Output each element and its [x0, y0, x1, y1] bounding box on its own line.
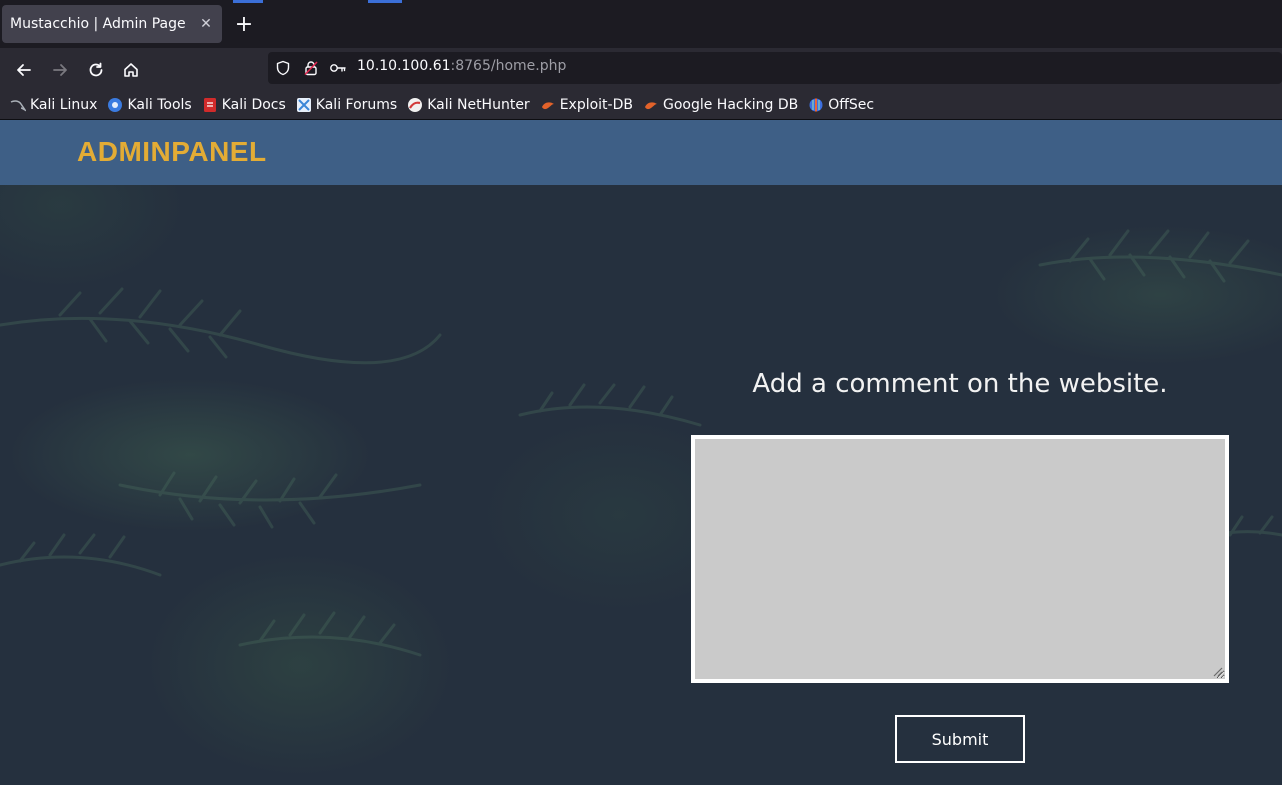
- offsec-icon: [808, 97, 824, 113]
- bookmark-label: Google Hacking DB: [662, 96, 799, 113]
- arrow-right-icon: [53, 64, 67, 76]
- tab-title: Mustacchio | Admin Page: [10, 16, 186, 32]
- bookmark-kali-docs[interactable]: Kali Docs: [202, 97, 286, 113]
- key-icon[interactable]: [329, 59, 347, 77]
- bookmark-exploit-db[interactable]: Exploit-DB: [540, 97, 633, 113]
- url-host: 10.10.100.61: [357, 58, 451, 74]
- bookmarks-toolbar: Kali Linux Kali Tools Kali Docs Kali For…: [0, 90, 1282, 120]
- forward-button[interactable]: [46, 56, 74, 84]
- close-icon[interactable]: ✕: [198, 16, 214, 32]
- bookmark-label: Kali Docs: [221, 96, 286, 113]
- kali-tools-icon: [107, 97, 123, 113]
- site-brand[interactable]: ADMINPANEL: [77, 136, 267, 168]
- tab-accent-bar: [368, 0, 402, 3]
- shield-icon[interactable]: [274, 59, 292, 77]
- kali-docs-icon: [202, 97, 218, 113]
- resize-grip-icon[interactable]: [1211, 665, 1223, 677]
- bookmark-kali-tools[interactable]: Kali Tools: [107, 96, 192, 113]
- tab-admin-page[interactable]: Mustacchio | Admin Page ✕: [2, 5, 222, 43]
- site-header: ADMINPANEL: [0, 120, 1282, 185]
- back-button[interactable]: [10, 56, 38, 84]
- submit-button[interactable]: Submit: [895, 715, 1025, 763]
- kali-dragon-icon: [10, 97, 28, 113]
- comment-textarea[interactable]: [691, 435, 1229, 683]
- tab-accent-bar: [233, 0, 263, 3]
- bookmark-kali-forums[interactable]: Kali Forums: [296, 97, 397, 113]
- url-path: :8765/home.php: [450, 58, 567, 74]
- kali-forums-icon: [296, 97, 312, 113]
- web-page: ADMINPANEL Add a comment on the website.…: [0, 120, 1282, 785]
- bookmark-label: Kali Tools: [127, 96, 192, 113]
- home-icon: [124, 63, 138, 77]
- google-hacking-db-icon: [643, 97, 659, 113]
- home-button[interactable]: [117, 56, 145, 84]
- bookmark-google-hacking-db[interactable]: Google Hacking DB: [643, 97, 798, 113]
- bookmark-label: Kali Forums: [315, 96, 398, 113]
- bookmark-kali-nethunter[interactable]: Kali NetHunter: [407, 96, 530, 113]
- bookmark-label: Exploit-DB: [559, 96, 633, 113]
- kali-nethunter-icon: [407, 97, 423, 113]
- bookmark-kali-linux[interactable]: Kali Linux: [10, 97, 97, 113]
- reload-button[interactable]: [82, 56, 110, 84]
- comment-heading: Add a comment on the website.: [752, 369, 1168, 399]
- tab-strip: Mustacchio | Admin Page ✕ +: [0, 0, 1282, 48]
- reload-icon: [89, 62, 103, 77]
- address-bar[interactable]: 10.10.100.61:8765/home.php: [268, 52, 1282, 84]
- bookmark-offsec[interactable]: OffSec: [808, 97, 874, 113]
- url-text[interactable]: 10.10.100.61:8765/home.php: [357, 58, 566, 74]
- arrow-left-icon: [17, 64, 31, 76]
- new-tab-button[interactable]: +: [232, 13, 256, 37]
- bookmark-label: Kali NetHunter: [427, 96, 530, 113]
- insecure-lock-icon[interactable]: [302, 59, 320, 77]
- bookmark-label: Kali Linux: [30, 96, 98, 113]
- exploit-db-icon: [540, 97, 556, 113]
- bookmark-label: OffSec: [828, 96, 875, 113]
